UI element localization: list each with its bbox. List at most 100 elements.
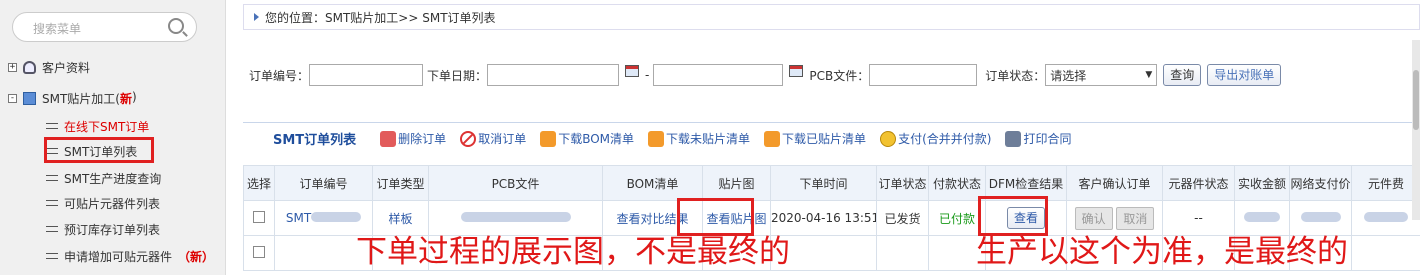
sub-item-label: SMT生产进度查询 bbox=[64, 171, 162, 186]
order-toolbar: SMT订单列表 删除订单 取消订单 下载BOM清单 下载未贴片清单 下载已贴片清… bbox=[243, 122, 1420, 154]
breadcrumb: 您的位置：SMT贴片加工>> SMT订单列表 bbox=[243, 4, 1420, 30]
delete-order-button[interactable]: 删除订单 bbox=[380, 130, 446, 147]
sub-item-request-component[interactable]: 申请增加可贴元器件 （新） bbox=[46, 246, 214, 266]
new-badge: （新） bbox=[178, 249, 215, 264]
select-cell bbox=[243, 235, 275, 271]
dropdown-arrow-icon: ▼ bbox=[1145, 70, 1153, 80]
sub-item-label: 可贴片元器件列表 bbox=[64, 196, 161, 211]
print-icon bbox=[1005, 130, 1022, 147]
query-button[interactable]: 查询 bbox=[1163, 64, 1202, 86]
list-title: SMT订单列表 bbox=[273, 133, 357, 148]
expand-toggle-icon[interactable]: + bbox=[8, 62, 17, 72]
leaf-icon bbox=[46, 200, 58, 206]
sidebar: 搜索菜单 + 客户资料 - SMT贴片加工( 新 ) 在线下SMT订单 SMT订… bbox=[0, 0, 226, 275]
sub-item-label: 申请增加可贴元器件 bbox=[64, 249, 173, 264]
redacted-text bbox=[1364, 212, 1408, 222]
sub-item-label: 预订库存订单列表 bbox=[64, 222, 161, 237]
col-header: 元器件状态 bbox=[1162, 165, 1235, 201]
tree-item-smt[interactable]: - SMT贴片加工( 新 ) bbox=[8, 88, 137, 108]
annotation-left-note: 下单过程的展示图，不是最终的 bbox=[356, 234, 790, 270]
menu-search-box[interactable]: 搜索菜单 bbox=[12, 12, 197, 42]
col-header: PCB文件 bbox=[428, 165, 603, 201]
order-date-label: 下单日期： bbox=[427, 68, 488, 83]
row-checkbox[interactable] bbox=[253, 245, 265, 258]
menu-search-placeholder: 搜索菜单 bbox=[33, 22, 82, 36]
col-header: 订单编号 bbox=[274, 165, 373, 201]
date-to-input[interactable] bbox=[653, 64, 784, 86]
status-select-value: 请选择 bbox=[1050, 68, 1087, 83]
toolbar-label: 取消订单 bbox=[478, 132, 527, 146]
sub-item-progress[interactable]: SMT生产进度查询 bbox=[46, 168, 161, 188]
scrollbar-thumb[interactable] bbox=[1413, 70, 1419, 130]
chip-icon bbox=[23, 91, 36, 105]
col-header: 客户确认订单 bbox=[1066, 165, 1163, 201]
pcb-file-input[interactable] bbox=[869, 64, 978, 86]
toolbar-label: 下载BOM清单 bbox=[558, 132, 635, 146]
calendar-icon[interactable] bbox=[789, 65, 804, 77]
filter-bar: 订单编号： 下单日期： - PCB文件： 订单状态： 请选择 ▼ 查询 导出对账… bbox=[243, 58, 1420, 92]
highlight-box-order-list bbox=[44, 137, 154, 163]
order-no-input[interactable] bbox=[309, 64, 424, 86]
new-badge: 新 bbox=[119, 91, 132, 106]
col-header: 下单时间 bbox=[770, 165, 877, 201]
leaf-icon bbox=[46, 123, 58, 129]
row-checkbox[interactable] bbox=[253, 210, 265, 223]
redacted-text bbox=[1244, 212, 1280, 222]
toolbar-label: 打印合同 bbox=[1023, 132, 1072, 146]
status-label: 订单状态： bbox=[985, 68, 1046, 83]
search-icon[interactable] bbox=[168, 18, 184, 34]
col-header: 贴片图 bbox=[702, 165, 771, 201]
annotation-right-note: 生产以这个为准，是最终的 bbox=[976, 234, 1348, 270]
download-icon bbox=[764, 130, 781, 147]
export-statement-button[interactable]: 导出对账单 bbox=[1207, 64, 1282, 86]
order-no-link[interactable]: SMT bbox=[286, 211, 311, 225]
tree-item-smt-label-close: ) bbox=[132, 89, 137, 104]
confirm-order-button[interactable]: 确认 bbox=[1074, 206, 1113, 230]
collapse-toggle-icon[interactable]: - bbox=[8, 93, 17, 103]
col-header: 付款状态 bbox=[928, 165, 986, 201]
table-header-row: 选择 订单编号 订单类型 PCB文件 BOM清单 贴片图 下单时间 订单状态 付… bbox=[243, 165, 1420, 201]
tree-item-label: SMT贴片加工( 新 ) bbox=[42, 90, 137, 107]
vertical-scrollbar[interactable] bbox=[1412, 40, 1420, 220]
order-type-link[interactable]: 样板 bbox=[388, 212, 412, 226]
sub-item-online-order[interactable]: 在线下SMT订单 bbox=[46, 116, 149, 136]
cancel-icon bbox=[460, 130, 477, 147]
pay-button[interactable]: 支付(合并并付款) bbox=[880, 130, 991, 147]
calendar-icon[interactable] bbox=[625, 65, 640, 77]
leaf-icon bbox=[46, 253, 58, 259]
redacted-text bbox=[460, 212, 571, 222]
toolbar-label: 支付(合并并付款) bbox=[898, 132, 992, 146]
sub-item-label: 在线下SMT订单 bbox=[64, 119, 150, 134]
col-header: 网络支付价 bbox=[1289, 165, 1352, 201]
redacted-text bbox=[1300, 212, 1341, 222]
sub-item-components[interactable]: 可贴片元器件列表 bbox=[46, 193, 160, 213]
tree-item-smt-label: SMT贴片加工( bbox=[42, 91, 120, 106]
tree-item-customer[interactable]: + 客户资料 bbox=[8, 57, 90, 77]
download-bom-button[interactable]: 下载BOM清单 bbox=[540, 130, 634, 147]
col-header: 订单类型 bbox=[372, 165, 429, 201]
leaf-icon bbox=[46, 226, 58, 232]
tree-item-label: 客户资料 bbox=[42, 60, 91, 75]
pcb-label: PCB文件： bbox=[809, 68, 870, 83]
toolbar-label: 删除订单 bbox=[398, 132, 447, 146]
sub-item-stock-orders[interactable]: 预订库存订单列表 bbox=[46, 219, 160, 239]
toolbar-label: 下载未贴片清单 bbox=[666, 132, 751, 146]
breadcrumb-arrow-icon bbox=[254, 13, 259, 21]
date-separator: - bbox=[645, 68, 650, 82]
col-header: BOM清单 bbox=[602, 165, 703, 201]
leaf-icon bbox=[46, 175, 58, 181]
select-cell bbox=[243, 200, 275, 236]
redacted-text bbox=[311, 212, 362, 222]
col-header: 选择 bbox=[243, 165, 275, 201]
date-from-input[interactable] bbox=[487, 64, 620, 86]
download-unplaced-button[interactable]: 下载未贴片清单 bbox=[648, 130, 750, 147]
col-header: 实收金额 bbox=[1234, 165, 1290, 201]
cancel-order-button[interactable]: 取消订单 bbox=[460, 130, 526, 147]
trash-icon bbox=[380, 130, 397, 147]
status-select[interactable]: 请选择 ▼ bbox=[1045, 64, 1158, 86]
col-header: 订单状态 bbox=[876, 165, 929, 201]
cancel-confirm-button[interactable]: 取消 bbox=[1116, 206, 1155, 230]
download-placed-button[interactable]: 下载已贴片清单 bbox=[764, 130, 866, 147]
breadcrumb-text: 您的位置：SMT贴片加工>> SMT订单列表 bbox=[265, 10, 496, 25]
print-contract-button[interactable]: 打印合同 bbox=[1005, 130, 1071, 147]
